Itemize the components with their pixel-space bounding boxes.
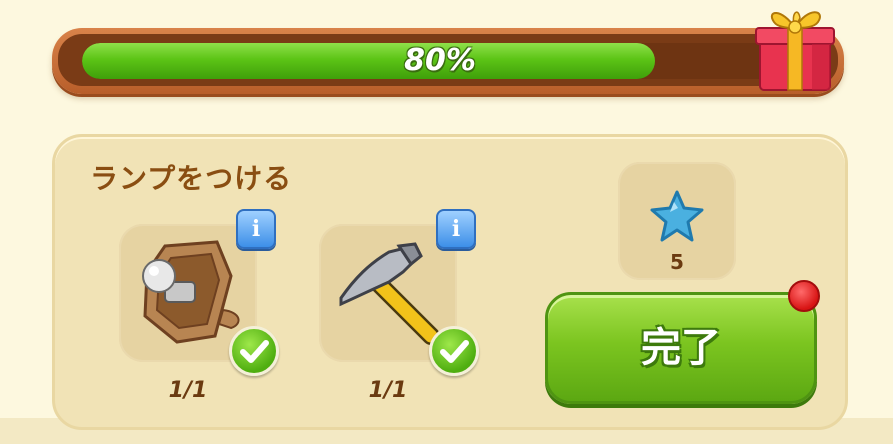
- progress-label: 80%: [404, 43, 476, 78]
- check-icon: [429, 326, 479, 376]
- progress-bar: 80%: [52, 28, 844, 94]
- reward-amount: 5: [670, 250, 684, 274]
- task-title: ランプをつける: [90, 162, 293, 195]
- item-count: 1/1: [368, 378, 408, 403]
- complete-button[interactable]: 完了: [545, 292, 817, 404]
- item-count: 1/1: [168, 378, 208, 403]
- info-button[interactable]: i: [236, 209, 276, 249]
- blue-star-icon: [650, 190, 704, 242]
- notification-dot: [788, 280, 820, 312]
- check-icon: [229, 326, 279, 376]
- info-button[interactable]: i: [436, 209, 476, 249]
- gift-box-icon[interactable]: [752, 0, 836, 94]
- complete-button-label: 完了: [641, 325, 721, 371]
- progress-track: 80%: [82, 43, 798, 79]
